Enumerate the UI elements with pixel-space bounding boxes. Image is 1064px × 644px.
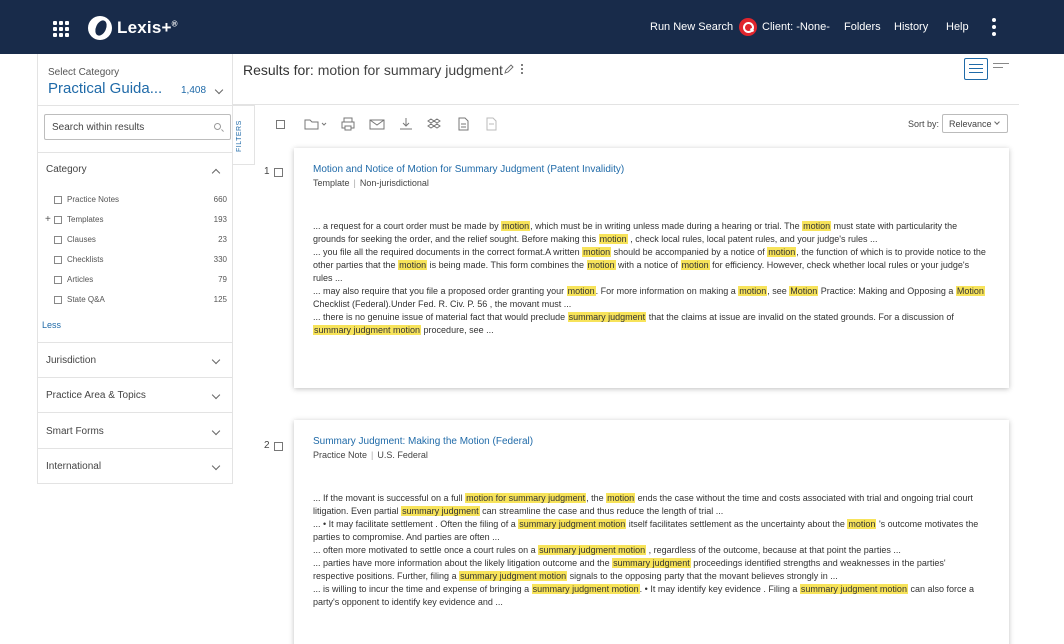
email-icon[interactable] xyxy=(369,117,385,131)
chevron-down-icon[interactable] xyxy=(214,85,224,95)
edit-pencil-icon[interactable] xyxy=(504,64,514,74)
lexis-globe-icon xyxy=(88,16,112,40)
result-jurisdiction: Non-jurisdictional xyxy=(359,178,429,188)
filters-toggle[interactable]: FILTERS xyxy=(233,105,255,165)
facet-item-articles[interactable]: Articles 79 xyxy=(54,275,229,289)
facet-label: Practice Notes xyxy=(67,195,120,204)
category-facet-heading[interactable]: Category xyxy=(46,164,87,175)
facet-label: Templates xyxy=(67,215,104,224)
result-snippets: ... If the movant is successful on a ful… xyxy=(313,493,979,607)
list-view-icon[interactable] xyxy=(993,63,1009,73)
result-title-link[interactable]: Motion and Notice of Motion for Summary … xyxy=(313,164,624,175)
result-number: 2 xyxy=(264,440,270,451)
notes-icon[interactable] xyxy=(484,117,498,131)
result-number: 1 xyxy=(264,166,270,177)
run-new-search-label: Run New Search xyxy=(650,21,734,33)
result-meta: Practice Note | U.S. Federal xyxy=(313,450,428,460)
download-icon[interactable] xyxy=(399,117,413,131)
results-heading: Results for: motion for summary judgment xyxy=(243,62,503,78)
facet-label: State Q&A xyxy=(67,295,105,304)
smart-forms-facet-heading[interactable]: Smart Forms xyxy=(46,426,104,437)
result-title-link[interactable]: Summary Judgment: Making the Motion (Fed… xyxy=(313,436,533,447)
document-icon[interactable] xyxy=(456,117,470,131)
practice-area-facet-heading[interactable]: Practice Area & Topics xyxy=(46,390,146,401)
results-more-icon[interactable] xyxy=(521,64,523,74)
more-options-icon[interactable] xyxy=(990,0,998,54)
facet-count: 79 xyxy=(218,275,227,284)
facet-label: Checklists xyxy=(67,255,104,264)
facet-count: 193 xyxy=(213,215,227,224)
checkbox[interactable] xyxy=(54,216,62,224)
checkbox[interactable] xyxy=(54,256,62,264)
folders-link[interactable]: Folders xyxy=(844,0,881,54)
jurisdiction-facet-heading[interactable]: Jurisdiction xyxy=(46,355,96,366)
chevron-down-icon[interactable] xyxy=(211,355,221,365)
plus-icon[interactable]: + xyxy=(45,214,51,225)
less-link[interactable]: Less xyxy=(42,320,61,330)
result-meta: Template | Non-jurisdictional xyxy=(313,178,429,188)
client-menu[interactable]: Client: -None- xyxy=(762,0,830,54)
results-query: motion for summary judgment xyxy=(317,62,503,78)
history-link[interactable]: History xyxy=(894,0,928,54)
chevron-down-icon[interactable] xyxy=(211,426,221,436)
filter-sidebar: Select Category Practical Guida... 1,408… xyxy=(37,54,233,484)
print-icon[interactable] xyxy=(341,117,355,131)
result-card: Summary Judgment: Making the Motion (Fed… xyxy=(294,420,1009,644)
chevron-down-icon[interactable] xyxy=(211,390,221,400)
category-count: 1,408 xyxy=(181,85,207,96)
result-card: Motion and Notice of Motion for Summary … xyxy=(294,148,1009,388)
search-icon xyxy=(739,18,758,36)
result-type: Template xyxy=(313,178,350,188)
chevron-down-icon xyxy=(994,119,1000,125)
chevron-down-icon[interactable] xyxy=(211,461,221,471)
search-icon[interactable] xyxy=(214,123,221,130)
checkbox[interactable] xyxy=(54,236,62,244)
facet-label: Articles xyxy=(67,275,94,284)
run-new-search-button[interactable]: Run New Search xyxy=(650,0,758,54)
category-selector[interactable]: Select Category Practical Guida... 1,408 xyxy=(38,54,233,106)
sort-select[interactable]: Relevance xyxy=(942,114,1008,133)
sort-value: Relevance xyxy=(949,119,992,129)
facet-count: 330 xyxy=(213,255,227,264)
chevron-up-icon[interactable] xyxy=(211,168,221,178)
help-label: Help xyxy=(946,21,969,33)
brand-name: Lexis+® xyxy=(117,18,178,37)
results-prefix: Results for: xyxy=(243,62,318,78)
facet-item-templates[interactable]: Templates 193 xyxy=(54,215,229,229)
facet-item-practice-notes[interactable]: Practice Notes 660 xyxy=(54,195,229,209)
international-facet-heading[interactable]: International xyxy=(46,461,101,472)
checkbox[interactable] xyxy=(54,276,62,284)
facet-count: 23 xyxy=(218,235,227,244)
facet-count: 125 xyxy=(213,295,227,304)
history-label: History xyxy=(894,21,929,33)
checkbox[interactable] xyxy=(54,296,62,304)
result-snippets: ... a request for a court order must be … xyxy=(313,221,986,335)
selected-category[interactable]: Practical Guida... xyxy=(48,80,162,97)
facet-label: Clauses xyxy=(67,235,96,244)
search-within-results-input[interactable] xyxy=(45,115,205,139)
result-type: Practice Note xyxy=(313,450,368,460)
facet-item-checklists[interactable]: Checklists 330 xyxy=(54,255,229,269)
document-view-icon[interactable] xyxy=(964,58,988,80)
checkbox[interactable] xyxy=(54,196,62,204)
facet-item-state-qa[interactable]: State Q&A 125 xyxy=(54,295,229,309)
help-link[interactable]: Help xyxy=(946,0,969,54)
client-label: Client: -None- xyxy=(762,21,830,33)
sort-by-label: Sort by: xyxy=(908,119,940,129)
folder-icon[interactable] xyxy=(304,117,328,131)
result-jurisdiction: U.S. Federal xyxy=(377,450,428,460)
result-checkbox[interactable] xyxy=(274,442,283,451)
search-within-results xyxy=(44,114,231,140)
apps-grid-icon[interactable] xyxy=(53,21,69,37)
filters-label: FILTERS xyxy=(236,120,243,152)
top-navigation-bar: Lexis+® Run New Search Client: -None- Fo… xyxy=(0,0,1064,54)
result-checkbox[interactable] xyxy=(274,168,283,177)
folders-label: Folders xyxy=(844,21,881,33)
dropbox-icon[interactable] xyxy=(427,117,441,131)
facet-item-clauses[interactable]: Clauses 23 xyxy=(54,235,229,249)
select-category-label: Select Category xyxy=(48,67,120,78)
lexis-logo[interactable]: Lexis+® xyxy=(88,14,178,42)
facet-count: 660 xyxy=(213,195,227,204)
select-all-checkbox[interactable] xyxy=(276,120,285,129)
